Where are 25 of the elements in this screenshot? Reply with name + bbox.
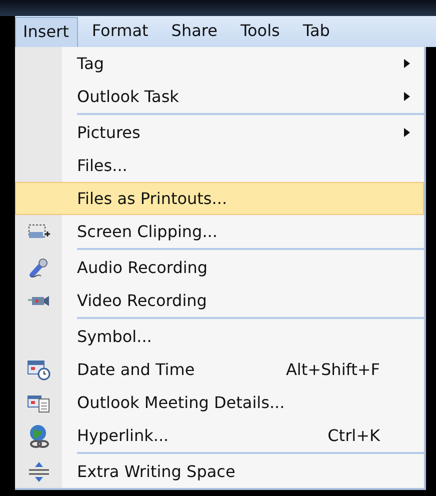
menu-item[interactable]: Hyperlink... Ctrl+K bbox=[15, 419, 424, 452]
screen-clipping-icon bbox=[26, 222, 50, 240]
menu-item[interactable]: Symbol... bbox=[15, 320, 424, 353]
menu-bar-item[interactable]: Tools bbox=[232, 16, 289, 47]
extra-space-icon bbox=[28, 460, 50, 482]
menu-bar-item[interactable]: Share bbox=[163, 16, 226, 47]
menu-item[interactable]: Files as Printouts... bbox=[15, 182, 424, 215]
menu-bar-item[interactable]: Format bbox=[84, 16, 158, 47]
shortcut-text: Ctrl+K bbox=[328, 426, 380, 445]
menu-item[interactable]: Tag bbox=[15, 47, 424, 80]
menu-item[interactable]: Files... bbox=[15, 149, 424, 182]
menu-bar-item[interactable]: Insert bbox=[15, 16, 78, 46]
shortcut-text: Alt+Shift+F bbox=[286, 360, 380, 379]
menu-item[interactable]: Outlook Meeting Details... bbox=[15, 386, 424, 419]
menu-item[interactable]: Extra Writing Space bbox=[15, 455, 424, 488]
menu-item[interactable]: Screen Clipping... bbox=[15, 215, 424, 248]
video-camera-icon bbox=[26, 294, 50, 308]
menu-item[interactable]: Outlook Task bbox=[15, 80, 424, 113]
menu-item[interactable]: Pictures bbox=[15, 116, 424, 149]
calendar-clock-icon bbox=[26, 358, 50, 380]
menu-item[interactable]: Date and Time Alt+Shift+F bbox=[15, 353, 424, 386]
menu-bar-item[interactable]: Tab bbox=[294, 16, 339, 47]
menu-item[interactable]: Audio Recording bbox=[15, 251, 424, 284]
microphone-icon bbox=[28, 256, 50, 278]
menu-item[interactable]: Video Recording bbox=[15, 284, 424, 317]
